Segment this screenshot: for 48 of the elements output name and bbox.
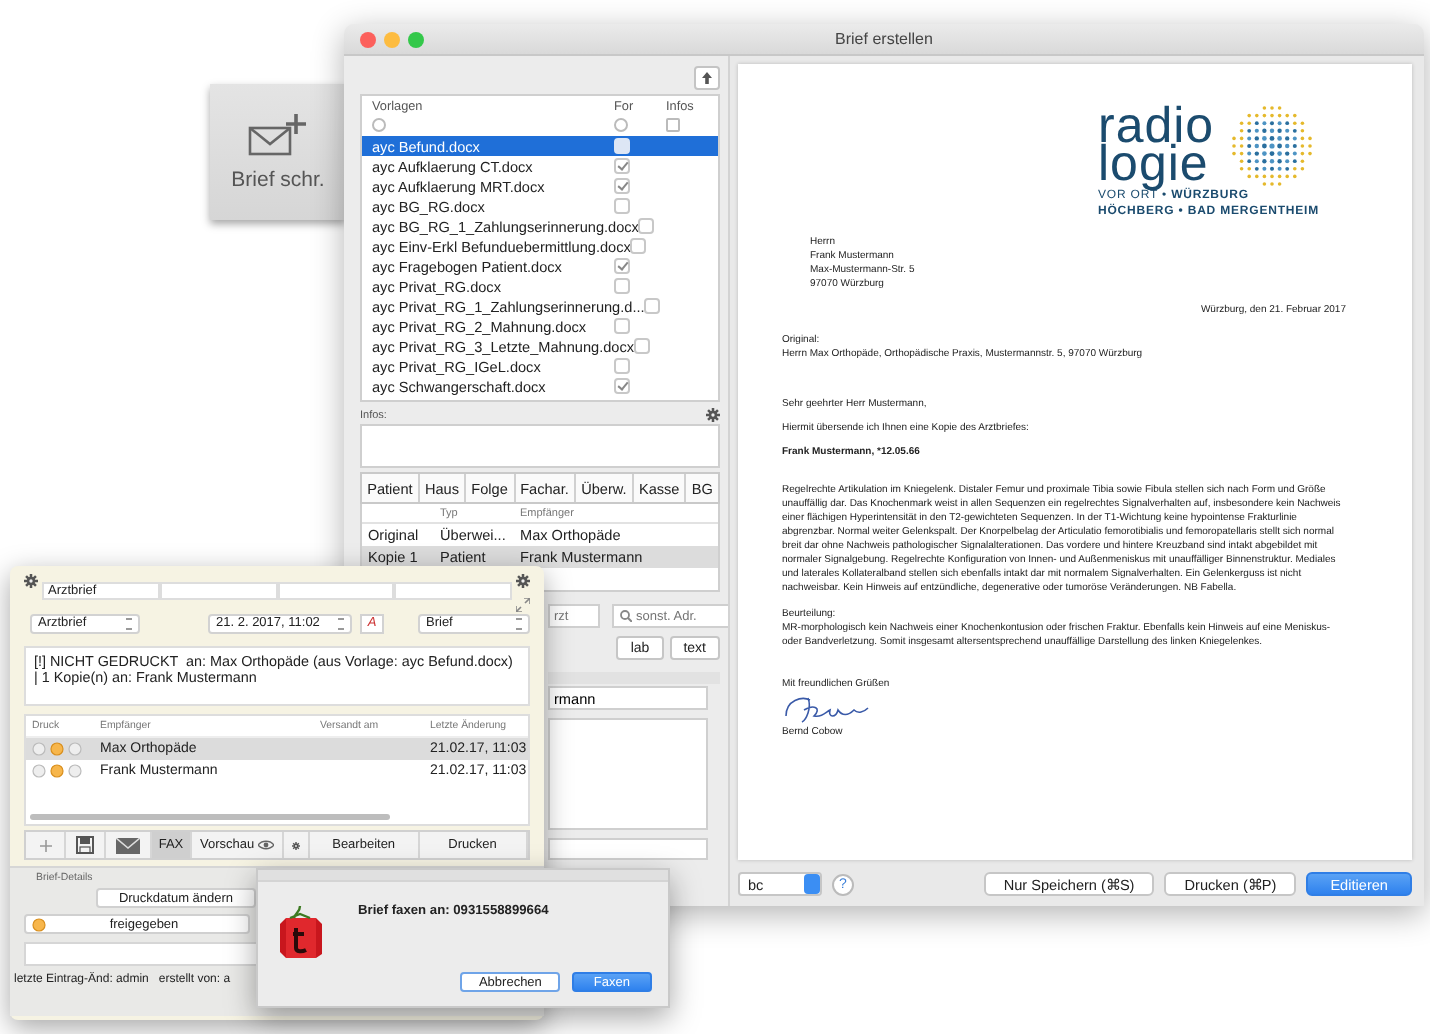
status-dot-icon	[32, 917, 46, 931]
scrollbar[interactable]	[30, 814, 390, 820]
for-checkbox[interactable]	[614, 378, 630, 394]
plus-icon	[39, 839, 51, 851]
for-checkbox[interactable]	[638, 218, 655, 234]
settings-icon	[292, 839, 301, 851]
column-radio[interactable]	[372, 118, 386, 132]
for-checkbox[interactable]	[614, 158, 630, 174]
eye-icon	[258, 840, 275, 850]
settings-icon[interactable]	[516, 574, 530, 588]
for-checkbox[interactable]	[614, 138, 630, 154]
for-checkbox[interactable]	[630, 238, 647, 254]
tomato-app-icon	[280, 906, 322, 958]
signature-drawing	[782, 692, 870, 726]
input-field[interactable]	[24, 942, 260, 966]
settings-icon[interactable]	[24, 574, 38, 588]
input-field[interactable]	[394, 582, 512, 600]
input-field[interactable]	[548, 838, 708, 860]
for-checkbox[interactable]	[614, 198, 630, 214]
window-zoom-button[interactable]	[408, 31, 424, 47]
for-checkbox[interactable]	[614, 318, 630, 334]
envelope-plus-icon	[248, 112, 308, 156]
logo-dots-drawing	[1230, 104, 1315, 188]
for-checkbox[interactable]	[614, 258, 630, 274]
note-field[interactable]	[548, 718, 708, 830]
envelope-icon	[116, 837, 140, 853]
move-up-button[interactable]	[694, 66, 720, 90]
column-radio[interactable]	[614, 118, 628, 132]
search-icon	[620, 610, 632, 622]
for-checkbox[interactable]	[644, 298, 661, 314]
print-status-icon	[32, 764, 84, 778]
letter-button[interactable]: Brief schr.	[210, 84, 346, 220]
for-checkbox[interactable]	[634, 338, 651, 354]
print-status-icon	[32, 742, 84, 756]
arrow-up-icon	[702, 72, 712, 84]
input-field[interactable]	[277, 582, 395, 600]
input-field[interactable]	[159, 582, 277, 600]
expand-icon[interactable]	[516, 598, 530, 612]
window-close-button[interactable]	[360, 31, 376, 47]
infos-field[interactable]	[360, 424, 720, 468]
for-checkbox[interactable]	[614, 358, 630, 374]
settings-icon[interactable]	[706, 408, 720, 422]
logo-word: radio	[1098, 108, 1215, 146]
for-checkbox[interactable]	[614, 278, 630, 294]
window-minimize-button[interactable]	[384, 31, 400, 47]
window-title: Brief erstellen	[835, 30, 933, 48]
for-checkbox[interactable]	[614, 178, 630, 194]
column-checkbox[interactable]	[666, 118, 680, 132]
